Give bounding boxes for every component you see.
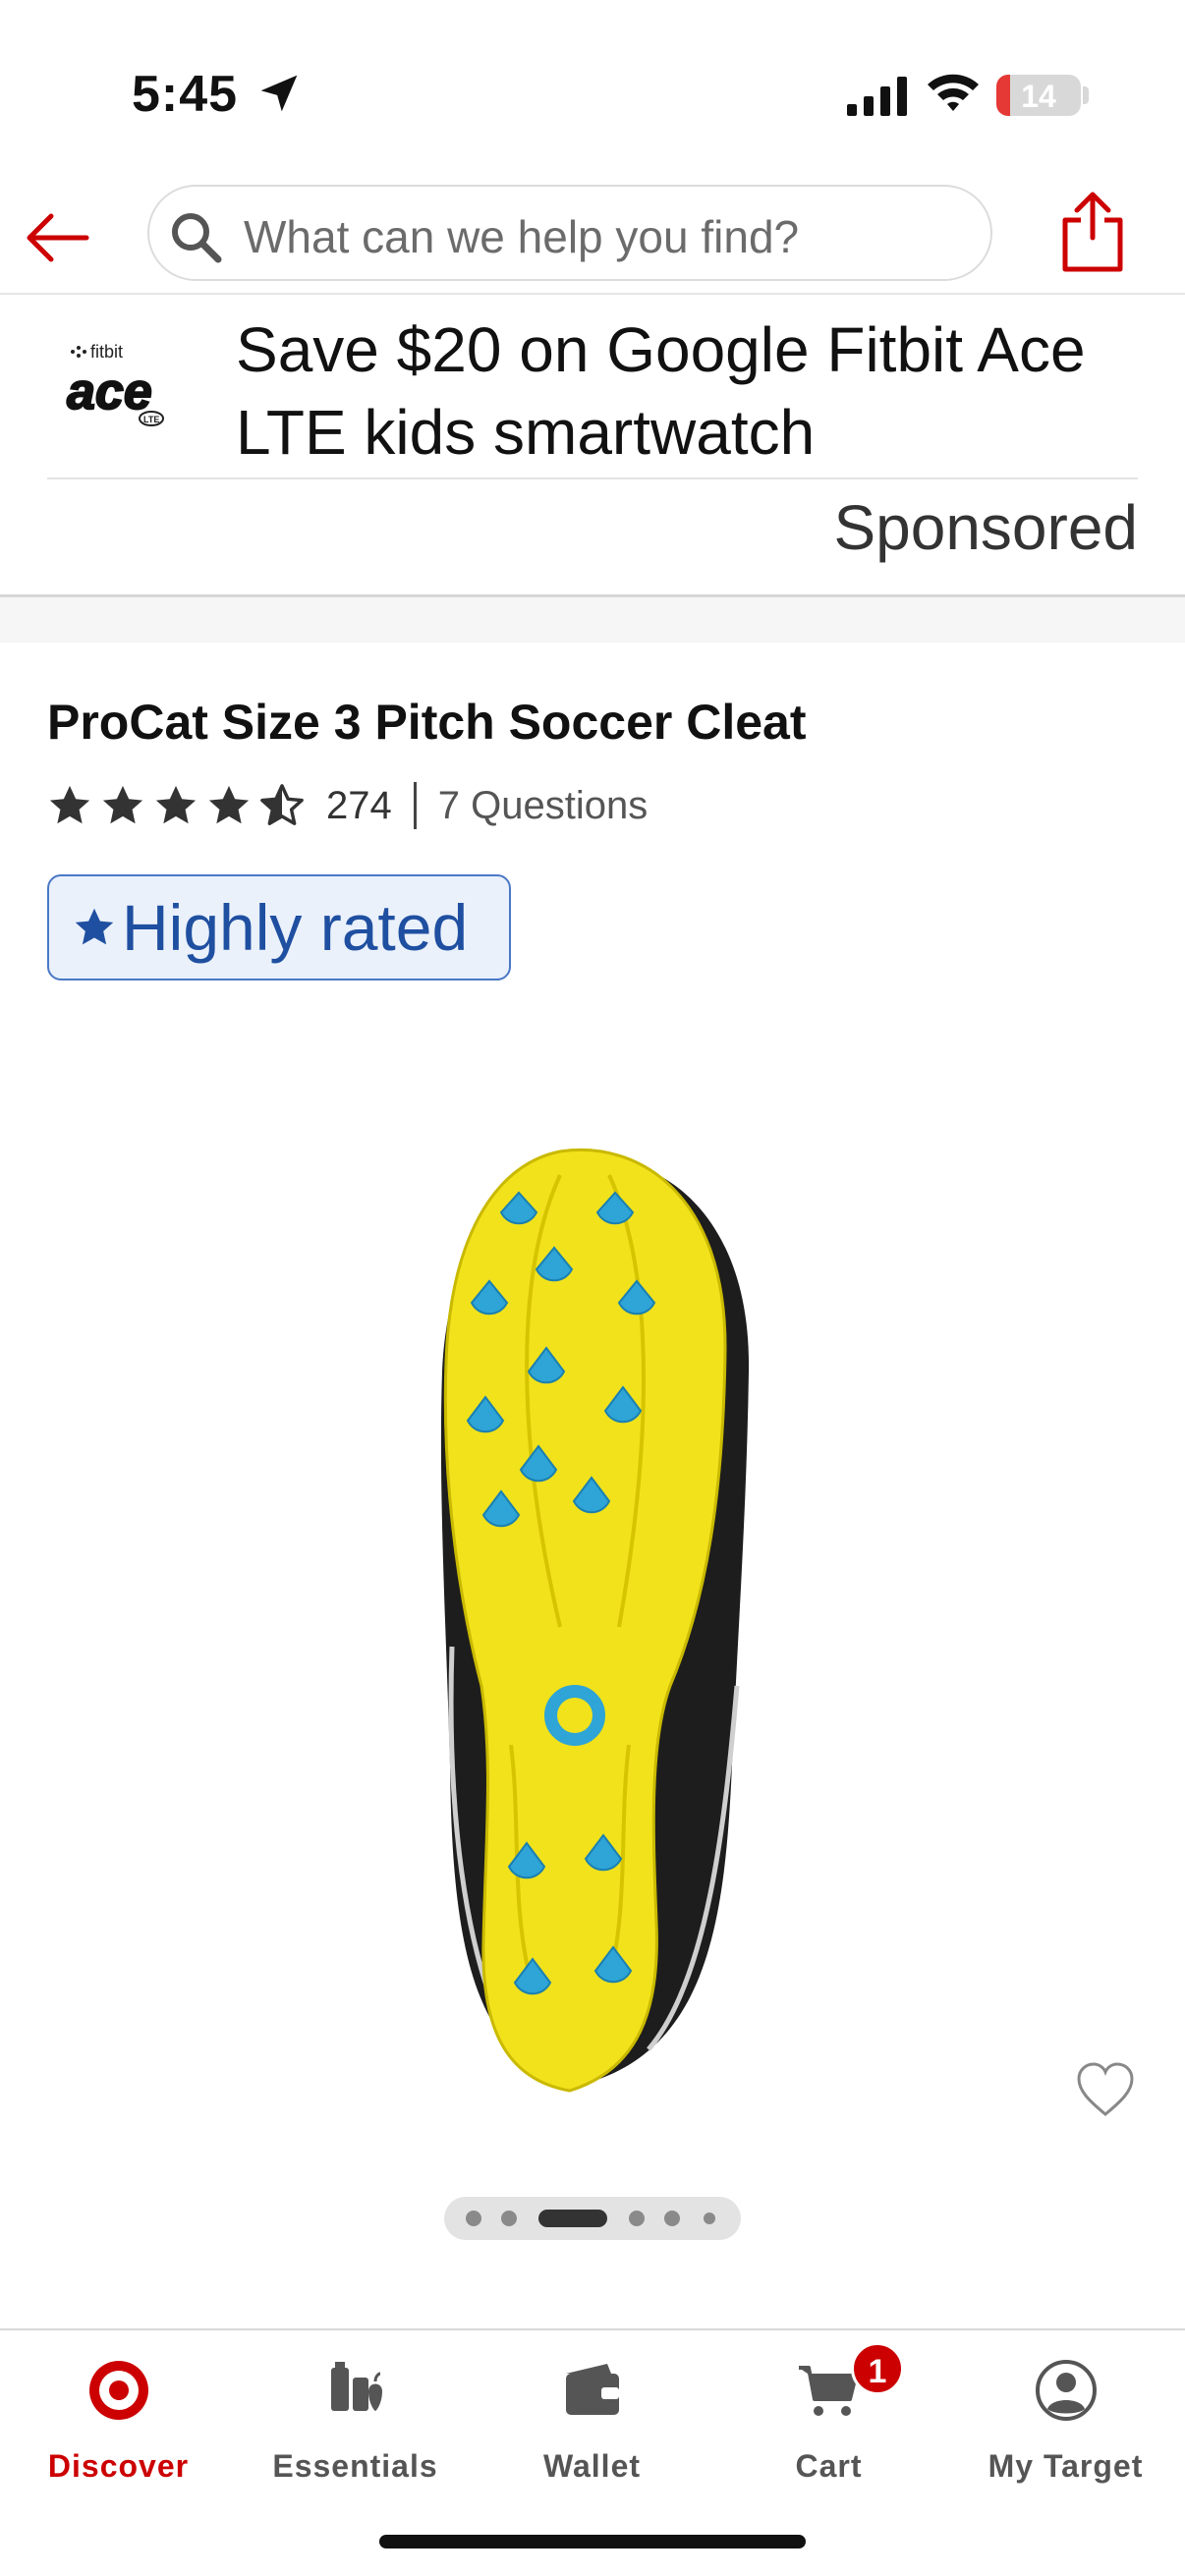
nav-cart-label: Cart (795, 2448, 863, 2484)
badge-label: Highly rated (122, 891, 469, 964)
battery-level: 14 (1021, 79, 1056, 114)
carousel-dot (664, 2211, 680, 2226)
sponsored-label: Sponsored (833, 492, 1138, 563)
search-placeholder: What can we help you find? (244, 211, 800, 262)
back-arrow-icon[interactable] (22, 206, 92, 269)
status-bar: 5:45 14 (0, 0, 1185, 187)
home-indicator (379, 2535, 806, 2548)
star-full-icon (155, 785, 197, 824)
nav-wallet[interactable]: Wallet (474, 2330, 710, 2488)
star-full-icon (208, 785, 250, 824)
location-arrow-icon (260, 75, 298, 112)
carousel-dot (501, 2211, 517, 2226)
battery-indicator: 14 (996, 75, 1081, 116)
rating-row[interactable]: 274 7 Questions (47, 776, 648, 835)
ad-headline[interactable]: Save $20 on Google Fitbit Ace LTE kids s… (236, 308, 1120, 474)
search-input[interactable]: What can we help you find? (147, 185, 992, 281)
review-count[interactable]: 274 (326, 784, 392, 828)
product-image-cleat-sole[interactable] (413, 1136, 776, 2102)
share-icon[interactable] (1057, 189, 1128, 273)
carousel-dot-active (538, 2210, 607, 2227)
nav-wallet-label: Wallet (542, 2448, 642, 2484)
carousel-dot (704, 2212, 715, 2224)
ad-logo-brand: fitbit (90, 342, 123, 362)
nav-essentials[interactable]: Essentials (237, 2330, 474, 2488)
nav-discover-label: Discover (47, 2448, 190, 2484)
nav-discover[interactable]: Discover (0, 2330, 237, 2488)
nav-cart[interactable]: Cart (710, 2330, 947, 2488)
status-time: 5:45 (132, 66, 239, 123)
target-logo-icon (88, 2361, 148, 2420)
essentials-icon (330, 2362, 382, 2411)
carousel-dot (466, 2211, 481, 2226)
cellular-signal-icon (847, 77, 907, 116)
search-icon (172, 213, 222, 263)
cart-count-badge: 1 (851, 2342, 904, 2395)
star-full-icon (49, 785, 90, 824)
ad-logo-sub: LTE (143, 415, 159, 424)
product-title: ProCat Size 3 Pitch Soccer Cleat (47, 695, 807, 750)
ad-divider (47, 477, 1138, 479)
section-separator (0, 597, 1185, 643)
sponsored-ad-banner[interactable]: fitbit ace LTE Save $20 on Google Fitbit… (0, 295, 1185, 597)
star-full-icon (102, 785, 143, 824)
top-header: What can we help you find? (0, 177, 1185, 295)
favorite-heart-icon[interactable] (1075, 2061, 1136, 2118)
fitbit-ace-logo: fitbit ace LTE (66, 342, 164, 426)
rating-divider (413, 782, 417, 829)
nav-my-target[interactable]: My Target (947, 2330, 1184, 2488)
wallet-icon (565, 2364, 619, 2415)
account-icon (1035, 2360, 1097, 2421)
ad-logo-name: ace (67, 364, 152, 420)
carousel-dot (629, 2211, 645, 2226)
star-rating[interactable] (47, 783, 305, 828)
nav-my-target-label: My Target (988, 2448, 1144, 2484)
star-half-icon (260, 784, 304, 825)
star-icon (75, 908, 114, 945)
wifi-icon (928, 74, 979, 111)
image-carousel-indicator[interactable] (444, 2197, 741, 2240)
questions-link[interactable]: 7 Questions (438, 784, 648, 828)
battery-tip (1083, 86, 1089, 104)
nav-essentials-label: Essentials (272, 2448, 438, 2484)
highly-rated-badge: Highly rated (47, 874, 511, 980)
